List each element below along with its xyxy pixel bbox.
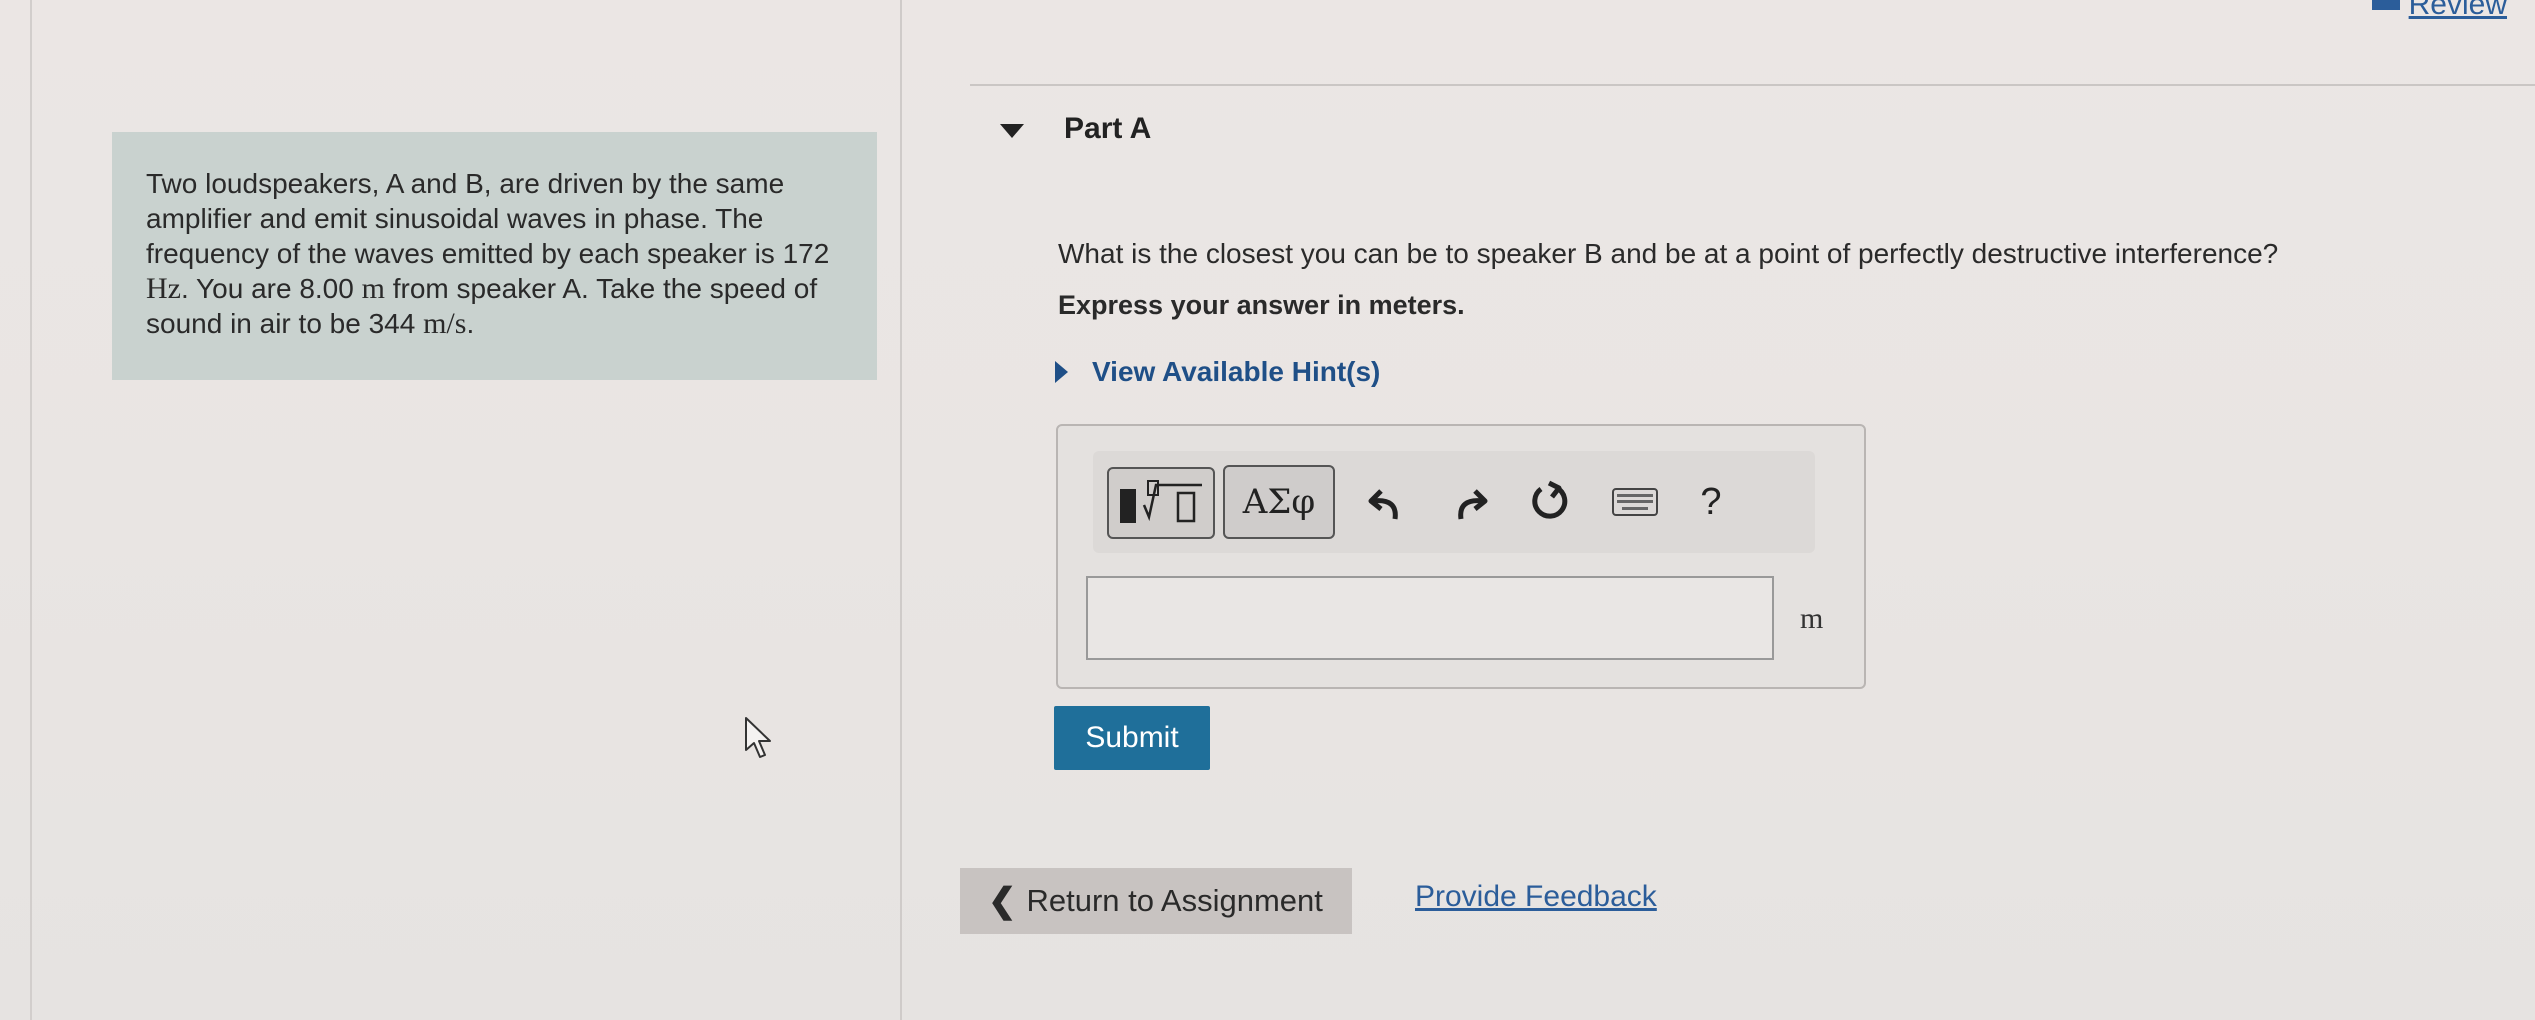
question-text: What is the closest you can be to speake…	[1058, 238, 2279, 269]
view-hints-link[interactable]: View Available Hint(s)	[1055, 356, 1380, 388]
page: Review Two loudspeakers, A and B, are dr…	[0, 0, 2535, 1020]
problem-statement: Two loudspeakers, A and B, are driven by…	[112, 132, 877, 380]
problem-text-1: Two loudspeakers, A and B, are driven by…	[146, 168, 785, 269]
undo-icon[interactable]	[1365, 481, 1409, 525]
review-link[interactable]: Review	[2409, 0, 2507, 22]
problem-freq-value: 172	[782, 238, 830, 269]
part-separator	[970, 84, 2535, 86]
hint-label: View Available Hint(s)	[1092, 356, 1381, 387]
greek-symbols-button[interactable]: ΑΣφ	[1223, 465, 1335, 539]
answer-input[interactable]	[1086, 576, 1774, 660]
part-a-header[interactable]: Part A	[1000, 112, 1151, 146]
left-border	[30, 0, 32, 1020]
review-icon[interactable]	[2372, 0, 2400, 10]
collapse-caret-icon[interactable]	[1000, 124, 1024, 138]
problem-text-4: .	[466, 308, 475, 339]
help-button[interactable]: ?	[1691, 477, 1731, 527]
return-label: Return to Assignment	[1026, 883, 1323, 918]
problem-speed-unit: m/s	[423, 307, 467, 340]
expand-caret-icon	[1055, 361, 1068, 383]
keyboard-icon[interactable]	[1611, 487, 1659, 517]
answer-unit: m	[1800, 602, 1824, 635]
math-toolbar: ΑΣφ ?	[1093, 451, 1815, 553]
templates-button[interactable]	[1107, 467, 1215, 539]
chevron-left-icon: ❮	[988, 882, 1017, 920]
problem-text-2: . You are 8.00	[180, 273, 362, 304]
provide-feedback-link[interactable]: Provide Feedback	[1415, 880, 1657, 914]
answer-panel: ΑΣφ ? m	[1056, 424, 1866, 689]
part-title: Part A	[1064, 112, 1152, 145]
problem-freq-unit: Hz	[146, 272, 181, 305]
templates-icon	[1120, 480, 1202, 523]
mouse-cursor-icon	[745, 717, 771, 758]
redo-icon[interactable]	[1447, 481, 1491, 525]
reset-icon[interactable]	[1525, 477, 1575, 527]
column-divider	[900, 0, 902, 1020]
return-to-assignment-button[interactable]: ❮ Return to Assignment	[960, 868, 1352, 934]
problem-dist-unit: m	[361, 272, 385, 305]
submit-button[interactable]: Submit	[1054, 706, 1210, 770]
answer-instruction: Express your answer in meters.	[1058, 290, 1465, 320]
